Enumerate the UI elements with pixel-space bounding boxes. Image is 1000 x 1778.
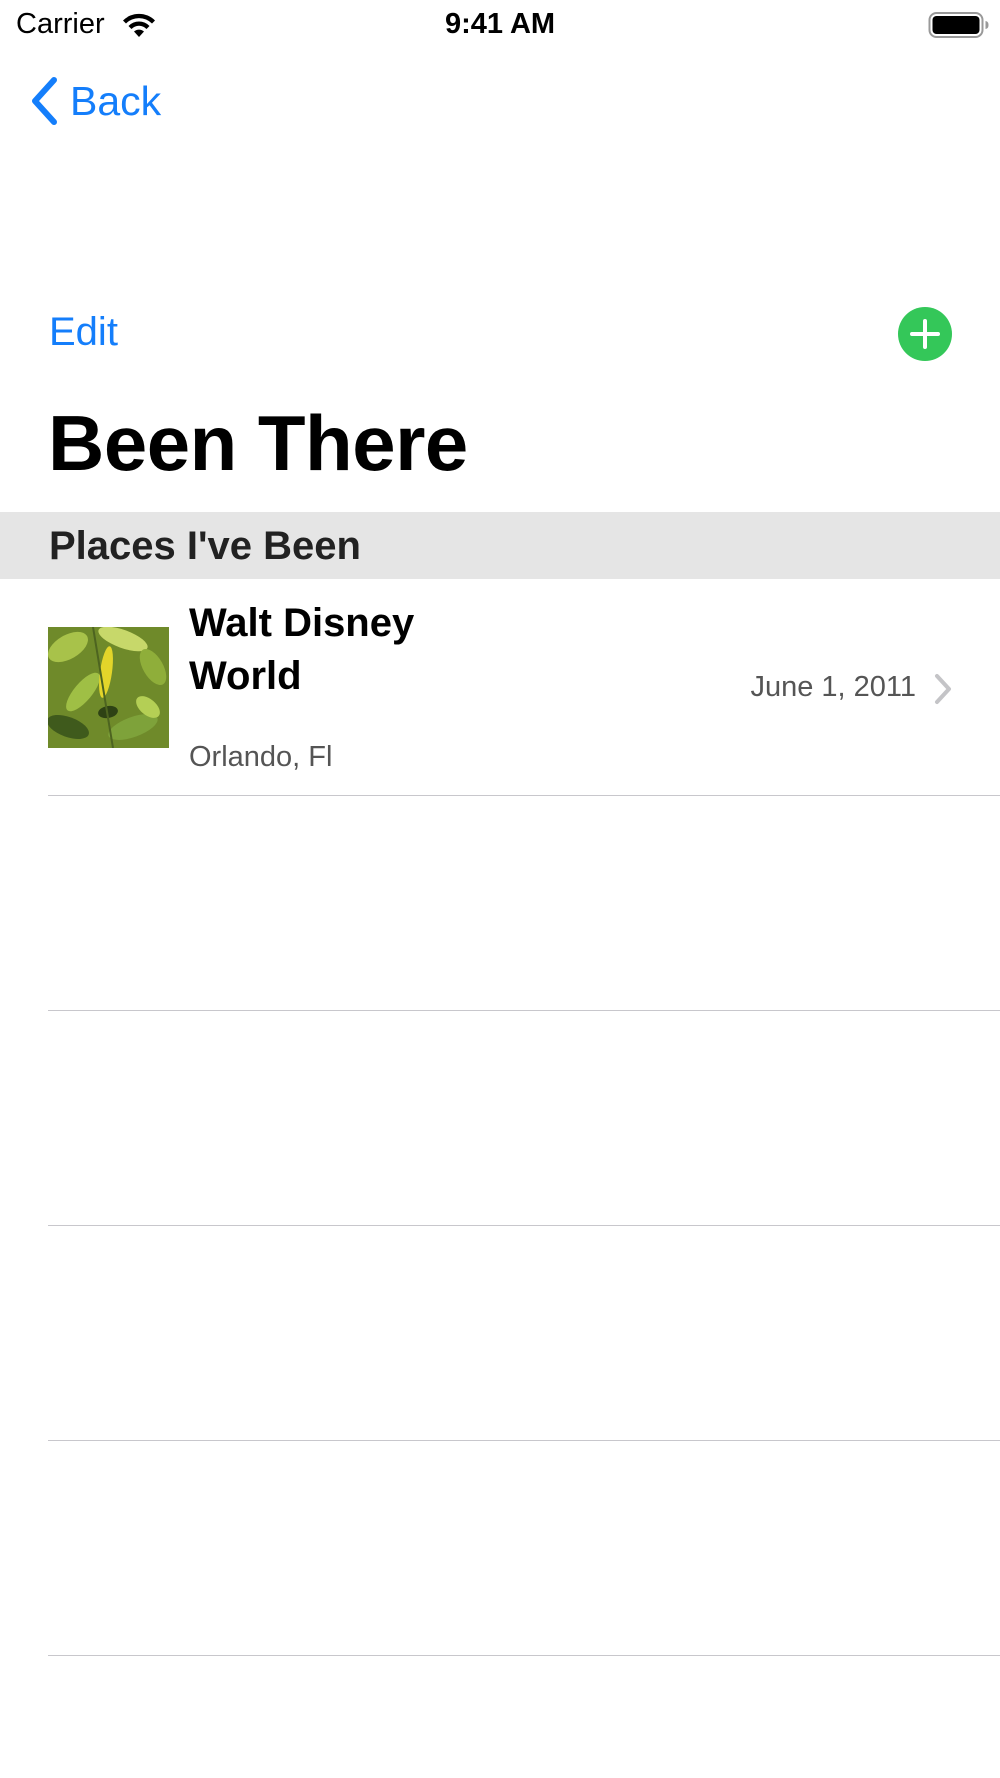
edit-button[interactable]: Edit xyxy=(49,310,118,355)
row-separator xyxy=(48,795,1000,796)
row-separator xyxy=(48,1010,1000,1011)
chevron-left-icon xyxy=(32,77,57,125)
page-title: Been There xyxy=(48,399,468,487)
place-location: Orlando, Fl xyxy=(189,741,333,773)
place-date: June 1, 2011 xyxy=(750,671,916,703)
row-separator xyxy=(48,1440,1000,1441)
place-row-walt-disney-world[interactable]: Walt Disney World Orlando, Fl June 1, 20… xyxy=(0,579,1000,795)
status-bar: Carrier 9:41 AM xyxy=(0,0,1000,52)
back-label: Back xyxy=(70,77,162,124)
status-time: 9:41 AM xyxy=(444,8,556,40)
row-separator xyxy=(48,1655,1000,1656)
add-button[interactable] xyxy=(898,307,952,361)
chevron-right-icon xyxy=(935,674,951,704)
place-thumbnail xyxy=(48,627,169,748)
section-header-label: Places I've Been xyxy=(49,524,361,568)
place-name: Walt Disney World xyxy=(189,601,415,698)
back-button[interactable]: Back xyxy=(28,74,161,128)
row-separator xyxy=(48,1225,1000,1226)
plus-icon xyxy=(910,319,940,349)
section-header: Places I've Been xyxy=(0,512,1000,579)
battery-icon xyxy=(928,12,989,38)
